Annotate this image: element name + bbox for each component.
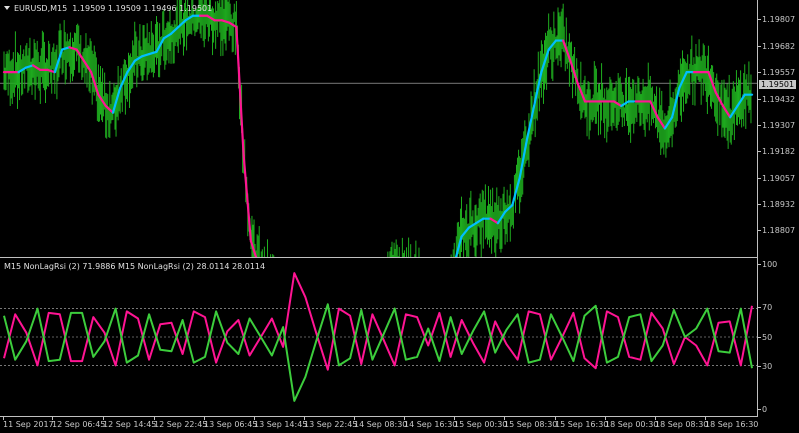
price-bars [3, 0, 752, 257]
time-label: 18 Sep 16:30 [705, 417, 759, 429]
price-tick: 1.19432 [757, 95, 796, 104]
time-label: 13 Sep 14:45 [254, 417, 308, 429]
ohlc-values: 1.19509 1.19509 1.19496 1.19501 [72, 4, 213, 13]
time-label: 14 Sep 16:30 [404, 417, 458, 429]
price-tick: 1.19807 [757, 15, 796, 24]
time-label: 13 Sep 06:45 [204, 417, 258, 429]
price-tick: 1.18932 [757, 200, 796, 209]
time-label: 12 Sep 14:45 [103, 417, 157, 429]
price-tick: 1.19682 [757, 42, 796, 51]
chevron-down-icon[interactable] [4, 6, 10, 10]
current-price-badge: 1.19501 [759, 80, 797, 89]
time-label: 15 Sep 08:30 [504, 417, 558, 429]
indicator-header: M15 NonLagRsi (2) 71.9886 M15 NonLagRsi … [4, 262, 266, 271]
time-label: 12 Sep 06:45 [52, 417, 106, 429]
ma-segment [533, 71, 543, 108]
ma-segment [235, 25, 245, 157]
time-label: 13 Sep 22:45 [304, 417, 358, 429]
rsi-axis[interactable]: 100 70 50 30 0 [757, 258, 799, 416]
price-tick: 1.19307 [757, 121, 796, 130]
rsi-tick: 0 [757, 405, 768, 414]
rsi-tick: 100 [757, 260, 778, 269]
price-chart-canvas [0, 0, 757, 257]
rsi-chart-canvas [0, 272, 757, 402]
time-label: 18 Sep 08:30 [655, 417, 709, 429]
time-label: 14 Sep 08:30 [354, 417, 408, 429]
rsi-line [3, 272, 753, 371]
rsi-tick: 50 [757, 333, 773, 342]
symbol-label: EURUSD,M15 [14, 4, 68, 13]
time-label: 11 Sep 2017 [3, 417, 54, 429]
price-axis[interactable]: 1.19807 1.19682 1.19557 1.19432 1.19307 … [757, 0, 799, 257]
rsi-tick: 30 [757, 362, 773, 371]
time-label: 12 Sep 22:45 [154, 417, 208, 429]
time-label: 15 Sep 00:30 [454, 417, 508, 429]
time-axis[interactable]: 11 Sep 2017 12 Sep 06:45 12 Sep 14:45 12… [0, 416, 758, 433]
rsi-tick: 70 [757, 303, 773, 312]
price-tick: 1.19182 [757, 147, 796, 156]
time-label: 18 Sep 00:30 [605, 417, 659, 429]
price-tick: 1.18807 [757, 226, 796, 235]
rsi-line [3, 303, 753, 402]
time-label: 15 Sep 16:30 [555, 417, 609, 429]
ma-segment [242, 154, 253, 243]
symbol-header: EURUSD,M15 1.19509 1.19509 1.19496 1.195… [4, 4, 212, 13]
price-tick: 1.19557 [757, 68, 796, 77]
price-tick: 1.19057 [757, 174, 796, 183]
